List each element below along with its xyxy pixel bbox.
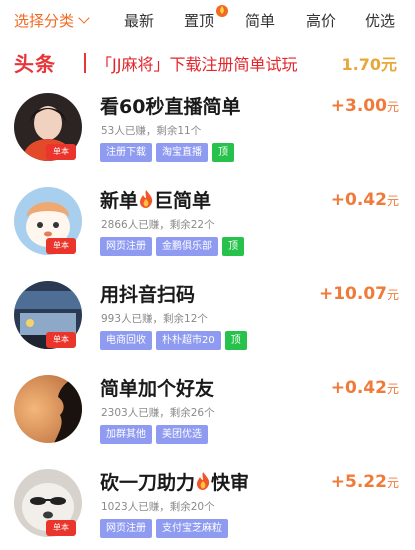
tag: 注册下载 [100, 143, 152, 162]
task-tags: 注册下载 淘宝直播顶 [100, 143, 238, 163]
tab-pinned[interactable]: 置顶 [184, 10, 214, 31]
task-title-text: 巨简单 [154, 190, 212, 212]
reward: +10.07元 [319, 284, 399, 304]
tag: 淘宝直播 [156, 143, 208, 162]
fire-icon [197, 472, 210, 490]
reward: +3.00元 [331, 96, 399, 116]
reward-amount: +5.22 [330, 472, 387, 492]
pinned-tag: 顶 [222, 237, 244, 256]
reward: +5.22元 [331, 472, 399, 492]
tab-label: 最新 [124, 12, 155, 30]
tab-featured[interactable]: 优选 [365, 10, 395, 31]
tab-simple[interactable]: 简单 [245, 10, 275, 31]
headline-banner[interactable]: 头条 「JJ麻将」下载注册简单试玩 1.70元 [0, 43, 415, 79]
task-stats: 53人已赚，剩余11个 [101, 125, 202, 137]
task-title: 看60秒直播简单 [100, 96, 241, 118]
task-list: 单本 看60秒直播简单 53人已赚，剩余11个 注册下载 淘宝直播顶 +3.00元… [0, 80, 415, 550]
task-stats: 1023人已赚，剩余20个 [101, 501, 215, 513]
task-item[interactable]: 简单加个好友 2303人已赚，剩余26个 加群其他 美团优选 +0.42元 [0, 362, 415, 456]
tag: 加群其他 [100, 425, 152, 444]
task-stats: 2303人已赚，剩余26个 [101, 407, 215, 419]
task-item[interactable]: 单本 看60秒直播简单 53人已赚，剩余11个 注册下载 淘宝直播顶 +3.00元 [0, 80, 415, 174]
task-item[interactable]: 单本 用抖音扫码 993人已赚，剩余12个 电商回收 朴朴超市20 顶 +10.07… [0, 268, 415, 362]
task-item[interactable]: 单本 砍一刀助力 快审 1023人已赚，剩余20个 网页注册 支付宝芝麻粒 +5.2… [0, 456, 415, 550]
tab-label: 置顶 [184, 12, 215, 30]
task-item[interactable]: 单本 新单 巨简单 2866人已赚，剩余22个 网页注册 金鹏俱乐部顶 +0.42元 [0, 174, 415, 268]
avatar-badge: 单本 [46, 520, 76, 536]
chevron-down-icon [78, 12, 90, 24]
category-tabbar: 选择分类 最新 置顶 简单 高价 优选 [0, 0, 415, 38]
tab-latest[interactable]: 最新 [124, 10, 154, 31]
reward-amount: +3.00 [330, 96, 387, 116]
fire-icon [140, 190, 153, 208]
task-tags: 电商回收 朴朴超市20 顶 [100, 331, 251, 351]
reward-amount: +0.42 [330, 378, 387, 398]
task-title: 用抖音扫码 [100, 284, 196, 306]
divider [84, 53, 86, 73]
headline-text: 「JJ麻将」下载注册简单试玩 [96, 55, 298, 74]
tag: 网页注册 [100, 237, 152, 256]
reward-amount: +10.07 [318, 284, 387, 304]
avatar-badge: 单本 [46, 144, 76, 160]
task-tags: 网页注册 支付宝芝麻粒 [100, 519, 232, 539]
tab-select-category[interactable]: 选择分类 [14, 10, 90, 31]
hot-dot-icon [216, 5, 228, 17]
task-stats: 993人已赚，剩余12个 [101, 313, 208, 325]
task-title: 新单 巨简单 [100, 186, 211, 213]
task-title-text: 新单 [100, 190, 139, 212]
headline-tag: 头条 [14, 52, 56, 76]
tag: 电商回收 [100, 331, 152, 350]
tag: 金鹏俱乐部 [156, 237, 218, 256]
reward: +0.42元 [331, 378, 399, 398]
reward-unit: 元 [386, 476, 399, 490]
tab-label: 选择分类 [14, 12, 75, 30]
tag: 网页注册 [100, 519, 152, 538]
reward-unit: 元 [386, 100, 399, 114]
pinned-tag: 顶 [212, 143, 234, 162]
reward: +0.42元 [331, 190, 399, 210]
tag: 朴朴超市20 [156, 331, 221, 350]
tab-high-price[interactable]: 高价 [306, 10, 336, 31]
reward-unit: 元 [386, 194, 399, 208]
pinned-tag: 顶 [224, 331, 247, 350]
task-title: 简单加个好友 [100, 378, 215, 400]
reward-unit: 元 [386, 288, 399, 302]
avatar [14, 375, 82, 443]
task-title: 砍一刀助力 快审 [100, 468, 249, 495]
task-tags: 加群其他 美团优选 [100, 425, 212, 445]
avatar-badge: 单本 [46, 238, 76, 254]
tag: 支付宝芝麻粒 [156, 519, 228, 538]
tab-label: 高价 [306, 12, 337, 30]
tab-label: 优选 [365, 12, 396, 30]
reward-amount: +0.42 [330, 190, 387, 210]
tab-label: 简单 [245, 12, 276, 30]
task-tags: 网页注册 金鹏俱乐部顶 [100, 237, 248, 257]
tag: 美团优选 [156, 425, 208, 444]
avatar-badge: 单本 [46, 332, 76, 348]
task-stats: 2866人已赚，剩余22个 [101, 219, 215, 231]
headline-price: 1.70元 [341, 55, 397, 74]
task-title-text: 快审 [211, 472, 250, 494]
reward-unit: 元 [386, 382, 399, 396]
task-title-text: 砍一刀助力 [100, 472, 196, 494]
